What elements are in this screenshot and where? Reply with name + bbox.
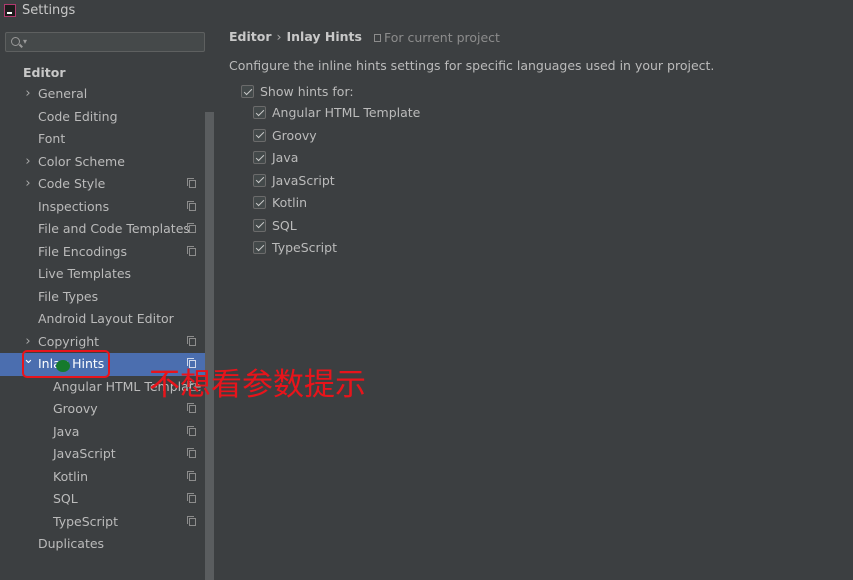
sidebar-item[interactable]: Java: [0, 421, 205, 444]
sidebar-item[interactable]: Android Layout Editor: [0, 308, 205, 331]
sidebar-item[interactable]: File and Code Templates: [0, 218, 205, 241]
checkbox[interactable]: [241, 85, 254, 98]
scope-label: For current project: [384, 30, 500, 45]
project-scope-icon: [187, 200, 196, 211]
sidebar-scrollbar[interactable]: [205, 112, 214, 580]
project-scope-icon: [187, 403, 196, 413]
sidebar-item[interactable]: Kotlin: [0, 466, 205, 489]
checkbox-label: Show hints for:: [260, 84, 354, 99]
chevron-right-icon[interactable]: ›: [23, 173, 33, 196]
project-scope-icon: [187, 448, 196, 458]
sidebar-item-label: File Encodings: [38, 243, 128, 259]
sidebar-item[interactable]: › Color Scheme: [0, 151, 205, 174]
project-scope-icon: [187, 493, 196, 503]
settings-search-input[interactable]: [32, 34, 206, 52]
sidebar-item-label: Duplicates: [38, 536, 105, 551]
annotation-text: 不想看参数提示: [149, 367, 366, 403]
sidebar-item-label: File and Code Templates: [38, 221, 190, 236]
sidebar-item-label: General: [38, 86, 88, 101]
checkbox-label: JavaScript: [272, 172, 335, 188]
sidebar-item[interactable]: Code Editing: [0, 106, 205, 129]
sidebar-item-label: Android Layout Editor: [38, 311, 174, 326]
checkbox[interactable]: [253, 241, 266, 254]
sidebar-item-label: Groovy: [53, 401, 98, 416]
checkbox-label: Groovy: [272, 127, 317, 143]
breadcrumb: Editor › Inlay Hints: [229, 29, 362, 44]
sidebar-item[interactable]: Font: [0, 128, 205, 151]
sidebar-item[interactable]: Inspections: [0, 196, 205, 219]
settings-tree: › General Code Editing Font › Color Scheme › Co…: [0, 83, 205, 556]
window-title: Settings: [22, 3, 76, 18]
sidebar-item[interactable]: TypeScript: [0, 511, 205, 534]
project-scope-icon: [374, 34, 381, 42]
checkbox[interactable]: [253, 173, 266, 187]
sidebar-item-label: Code Editing: [38, 108, 118, 124]
breadcrumb-current: Inlay Hints: [286, 29, 362, 44]
sidebar-item-label: JavaScript: [53, 446, 116, 461]
checkbox[interactable]: [253, 128, 266, 142]
sidebar-item[interactable]: JavaScript: [0, 443, 205, 466]
sidebar-item-label: TypeScript: [53, 513, 118, 529]
sidebar-item-label: Font: [38, 131, 66, 146]
checkbox[interactable]: [253, 196, 266, 209]
chevron-right-icon[interactable]: ›: [23, 83, 33, 106]
breadcrumb-separator: ›: [276, 29, 282, 44]
sidebar-item-label: Kotlin: [53, 468, 88, 484]
sidebar-item-label: Java: [53, 423, 80, 439]
sidebar-item-label: File Types: [38, 288, 99, 304]
project-scope-icon: [187, 245, 196, 256]
checkbox-label: SQL: [272, 217, 297, 233]
sidebar-item[interactable]: › General: [0, 83, 205, 106]
title-bar: Settings: [0, 0, 853, 22]
chevron-right-icon[interactable]: ›: [23, 151, 33, 174]
section-title-editor: Editor: [23, 65, 66, 80]
checkbox[interactable]: [253, 218, 266, 232]
project-scope-icon: [187, 470, 196, 481]
sidebar-item[interactable]: › Code Style: [0, 173, 205, 196]
page-description: Configure the inline hints settings for …: [229, 58, 715, 73]
sidebar-item-label: Code Style: [38, 176, 106, 191]
checkbox-label: Java: [272, 150, 299, 165]
mouse-cursor-marker: [56, 360, 70, 372]
sidebar-item[interactable]: File Types: [0, 286, 205, 309]
checkbox[interactable]: [253, 151, 266, 164]
project-scope-icon: [187, 425, 196, 436]
breadcrumb-parent[interactable]: Editor: [229, 29, 272, 44]
sidebar-item-label: SQL: [53, 491, 78, 506]
sidebar-item[interactable]: Duplicates: [0, 533, 205, 556]
settings-sidebar: ▾ Editor › General Code Editing Font › Color …: [0, 22, 214, 580]
project-scope-icon: [187, 178, 196, 188]
sidebar-item-label: Color Scheme: [38, 153, 125, 169]
settings-search-box[interactable]: ▾: [5, 32, 206, 52]
sidebar-item[interactable]: SQL: [0, 488, 205, 511]
sidebar-item-label: Live Templates: [38, 266, 132, 281]
sidebar-item-label: Inspections: [38, 198, 110, 214]
sidebar-item[interactable]: Live Templates: [0, 263, 205, 286]
checkbox-label: Kotlin: [272, 195, 307, 210]
search-icon[interactable]: [11, 37, 20, 46]
project-scope-icon: [187, 515, 196, 526]
checkbox-label: Angular HTML Template: [272, 105, 421, 120]
checkbox-label: TypeScript: [272, 240, 337, 255]
search-history-chevron-icon[interactable]: ▾: [23, 37, 27, 46]
sidebar-item[interactable]: File Encodings: [0, 241, 205, 264]
checkbox[interactable]: [253, 106, 266, 119]
project-scope-icon: [187, 223, 196, 233]
intellij-app-icon: [4, 4, 16, 17]
project-scope-icon: [187, 335, 196, 346]
